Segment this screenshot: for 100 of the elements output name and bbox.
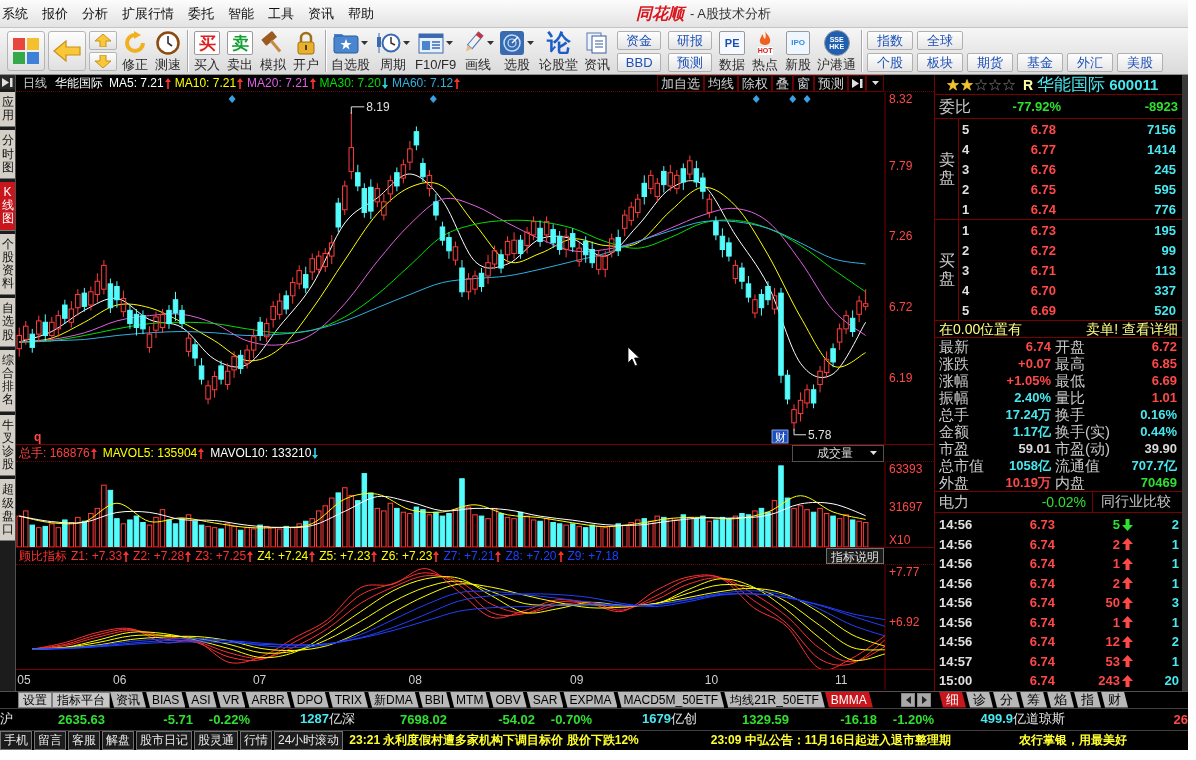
tick-count: 2	[1170, 516, 1179, 534]
stock-name: 华能国际	[1037, 74, 1106, 96]
tick-price: 6.74	[1028, 594, 1055, 612]
stat-label: 开盘	[1054, 338, 1085, 355]
order-volume: 195	[1153, 221, 1176, 239]
stat-label: 市盈	[939, 440, 969, 457]
axis-label: +7.77	[889, 565, 920, 579]
axis-label: 6.72	[889, 300, 913, 315]
toolbar-glyph: IPO	[786, 31, 811, 55]
stat-value: 707.7亿	[1130, 457, 1177, 474]
order-rank: 2	[962, 242, 971, 258]
stat-label: 内盘	[1054, 474, 1085, 491]
marker-label: q	[34, 430, 42, 444]
tick-time: 14:56	[939, 516, 974, 534]
stat-value: 6.69	[1150, 372, 1177, 389]
stat-value: 10.19万	[1004, 474, 1051, 491]
axis-label: 7.26	[889, 228, 913, 243]
tick-price: 6.74	[1028, 574, 1055, 592]
index-percent: -0.22%	[207, 711, 250, 727]
order-rank: 3	[962, 262, 971, 278]
month-label: 07	[252, 673, 267, 687]
tick-volume: 5	[1112, 516, 1120, 534]
month-label: 05	[17, 673, 31, 687]
stat-value: 39.90	[1143, 440, 1177, 457]
index-value: 26	[1173, 711, 1188, 727]
tick-price: 6.73	[1028, 516, 1055, 534]
order-volume: 7156	[1146, 120, 1176, 138]
stat-label: 总手	[939, 406, 969, 423]
toolbar-glyph: 买	[194, 31, 220, 55]
tick-price: 6.74	[1028, 633, 1055, 651]
ma-value: MA5: 7.21	[109, 75, 164, 91]
stat-label: 量比	[1054, 389, 1085, 406]
stat-value: 1.01	[1150, 389, 1177, 406]
toolbar-glyph: PE	[719, 31, 746, 55]
tick-price: 6.74	[1028, 555, 1055, 573]
order-volume: 1414	[1146, 140, 1176, 158]
tick-count: 1	[1170, 652, 1179, 670]
indicator-value: Z9: +7.18	[567, 548, 619, 564]
tick-count: 20	[1163, 672, 1179, 690]
order-volume: 245	[1153, 160, 1176, 178]
indicator-value: Z4: +7.24	[257, 548, 309, 564]
tick-time: 14:56	[939, 633, 974, 651]
stock-code: 600011	[1109, 76, 1159, 93]
tick-count: 2	[1170, 633, 1179, 651]
order-price: 6.69	[1029, 301, 1056, 319]
tick-count: 1	[1170, 574, 1179, 592]
axis-label: 8.32	[889, 92, 913, 106]
stat-value: 6.85	[1150, 355, 1177, 372]
indicator-value: Z5: +7.23	[319, 548, 371, 564]
event-badge: 财	[771, 429, 789, 444]
order-price: 6.78	[1029, 120, 1056, 138]
indicator-name: 顾比指标	[19, 548, 67, 564]
tick-price: 6.74	[1028, 535, 1055, 553]
order-rank: 3	[962, 161, 971, 177]
index-value: 2635.63	[57, 711, 105, 727]
tick-volume: 50	[1105, 594, 1120, 612]
axis-label: 7.79	[889, 158, 913, 173]
tick-time: 14:56	[939, 535, 974, 553]
axis-label: 6.19	[889, 370, 913, 385]
stat-value: 1.17亿	[1011, 423, 1051, 440]
toolbar-glyph: 卖	[227, 31, 253, 55]
stat-label: 涨跌	[939, 355, 969, 372]
month-label: 11	[835, 673, 848, 687]
index-turnover: 1679亿	[641, 710, 684, 728]
toolbar-glyph: 论	[545, 31, 572, 55]
indicator-value: Z7: +7.21	[443, 548, 495, 564]
tick-time: 14:56	[939, 574, 974, 592]
tick-time: 14:56	[939, 594, 974, 612]
axis-unit-label: X10	[889, 533, 911, 547]
indicator-value: Z3: +7.25	[195, 548, 247, 564]
order-rank: 5	[962, 302, 971, 318]
order-price: 6.76	[1029, 160, 1056, 178]
index-percent: -0.70%	[549, 711, 592, 727]
tick-count: 1	[1170, 555, 1179, 573]
ma-value: MA10: 7.21	[174, 75, 237, 91]
month-label: 08	[408, 673, 422, 687]
order-price: 6.75	[1029, 180, 1056, 198]
stat-label: 流通值	[1054, 457, 1100, 474]
tick-volume: 53	[1105, 652, 1120, 670]
stat-label: 涨幅	[939, 372, 969, 389]
index-value: 1329.59	[741, 711, 789, 727]
index-name: 道琼斯	[1026, 710, 1065, 728]
sector-change: -0.02%	[1040, 493, 1087, 511]
tick-volume: 2	[1112, 574, 1120, 592]
indicator-value: Z8: +7.20	[505, 548, 557, 564]
ratio-difference: -8923	[1143, 98, 1178, 115]
stat-value: 0.16%	[1139, 406, 1177, 423]
ratio-percent: -77.92%	[1011, 98, 1061, 115]
order-rank: 2	[962, 181, 971, 197]
stat-value: 1058亿	[1008, 457, 1051, 474]
security-type-label: R	[1023, 76, 1034, 93]
order-volume: 520	[1153, 301, 1176, 319]
order-rank: 4	[962, 141, 971, 157]
index-name: 深	[342, 710, 355, 728]
order-price: 6.73	[1029, 221, 1056, 239]
tick-time: 14:56	[939, 555, 974, 573]
order-side-label: 买盘	[938, 252, 955, 288]
ma-value: MA60: 7.12	[391, 75, 454, 91]
tick-volume: 1	[1112, 613, 1120, 631]
volume-value: MAVOL5: 135904	[102, 445, 198, 461]
